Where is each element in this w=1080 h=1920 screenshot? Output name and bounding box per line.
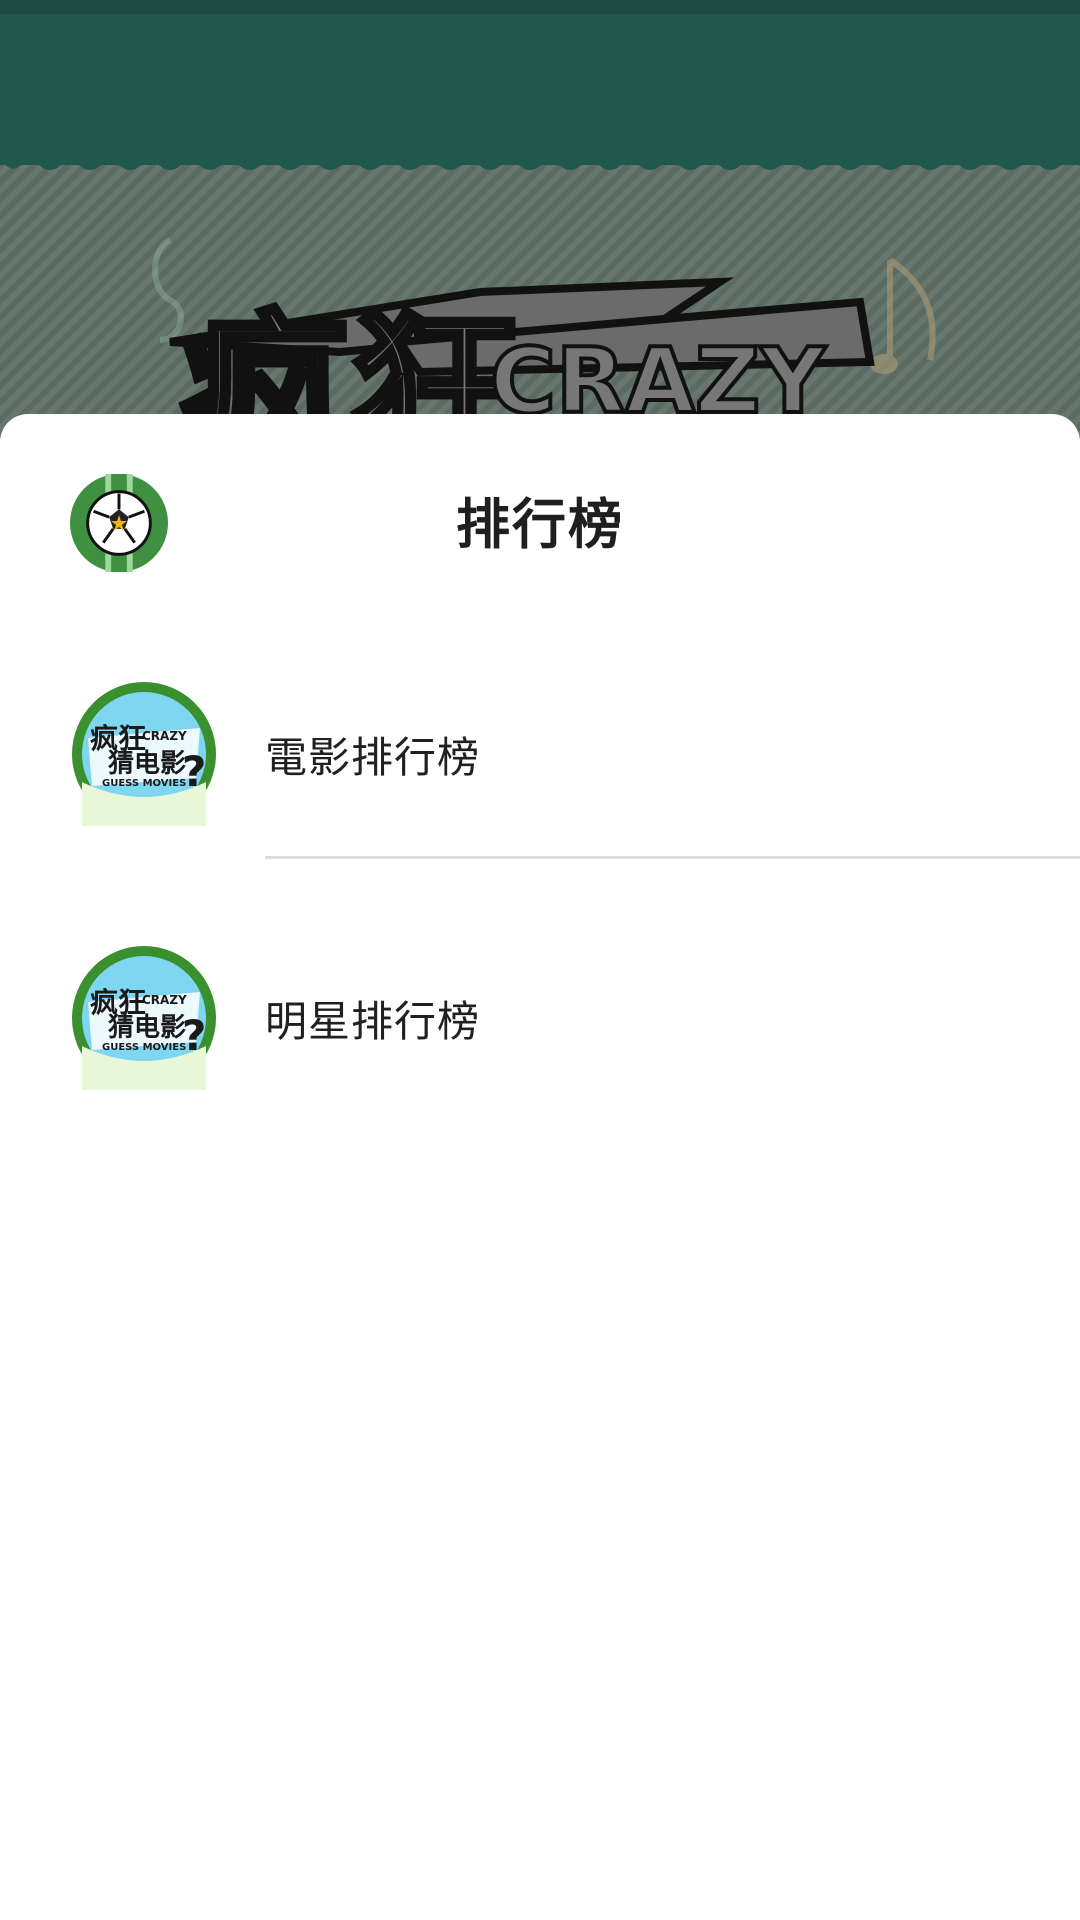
screen: 疯狂 CRAZY 排行榜 疯狂 CRAZY 猜电影 GUESS MOVIES ?…	[0, 0, 1080, 1920]
music-note-icon	[870, 257, 936, 374]
leaderboard-sheet: 排行榜 疯狂 CRAZY 猜电影 GUESS MOVIES ? 電影排行榜 疯狂…	[0, 414, 1080, 1920]
list-item-movie-ranking[interactable]: 疯狂 CRAZY 猜电影 GUESS MOVIES ? 電影排行榜	[0, 644, 1080, 864]
svg-text:?: ?	[182, 747, 206, 796]
svg-text:GUESS MOVIES: GUESS MOVIES	[102, 1042, 186, 1053]
list-item-star-ranking[interactable]: 疯狂 CRAZY 猜电影 GUESS MOVIES ? 明星排行榜	[0, 908, 1080, 1128]
crazy-guess-movies-app-icon: 疯狂 CRAZY 猜电影 GUESS MOVIES ?	[72, 682, 216, 826]
list-item-label: 電影排行榜	[265, 733, 481, 782]
sheet-header: 排行榜	[0, 414, 1080, 630]
crazy-guess-movies-app-icon: 疯狂 CRAZY 猜电影 GUESS MOVIES ?	[72, 946, 216, 1090]
background-app: 疯狂 CRAZY	[0, 0, 1080, 460]
background-header	[0, 0, 1080, 165]
wave-border	[0, 158, 1080, 170]
sheet-title: 排行榜	[456, 493, 624, 556]
svg-text:?: ?	[182, 1011, 206, 1060]
svg-text:GUESS MOVIES: GUESS MOVIES	[102, 778, 186, 789]
svg-text:CRAZY: CRAZY	[142, 729, 187, 743]
list-item-label: 明星排行榜	[265, 997, 481, 1046]
divider	[265, 856, 1080, 859]
svg-text:猜电影: 猜电影	[107, 749, 186, 779]
svg-text:猜电影: 猜电影	[107, 1013, 186, 1043]
svg-text:CRAZY: CRAZY	[142, 993, 187, 1007]
